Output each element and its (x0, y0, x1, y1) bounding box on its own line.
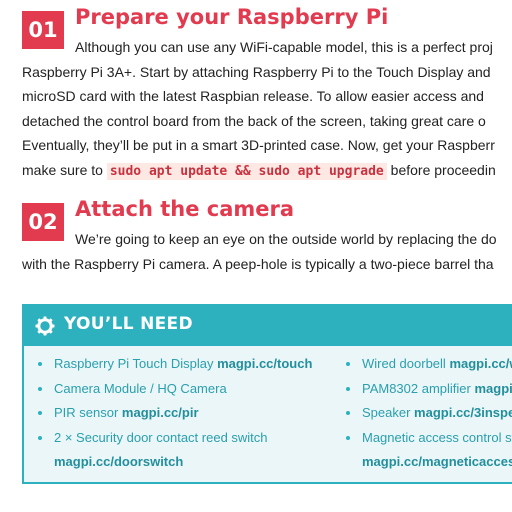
list-item-continuation: magpi.cc/magneticaccess (344, 450, 512, 475)
item-link[interactable]: magpi.cc/w (449, 356, 512, 371)
step-body-text: Although you can use any WiFi-capable mo… (22, 35, 512, 184)
body-line: detached the control board from the back… (22, 112, 486, 129)
item-link[interactable]: magpi. (474, 381, 512, 396)
item-label: Magnetic access control sy (362, 429, 512, 445)
list-item: Raspberry Pi Touch Display magpi.cc/touc… (36, 352, 346, 377)
step-attach-camera: 02 Attach the camera We’re going to keep… (22, 194, 512, 274)
step-prepare-raspberry-pi: 01 Prepare your Raspberry Pi Although yo… (22, 2, 512, 182)
body-line: Although you can use any WiFi-capable mo… (75, 39, 493, 55)
step-body-text: We’re going to keep an eye on the outsid… (22, 227, 512, 276)
item-label: Speaker (362, 405, 415, 420)
item-label: Camera Module / HQ Camera (54, 380, 227, 396)
you-need-list-right: Wired doorbell magpi.cc/w PAM8302 amplif… (344, 352, 512, 475)
you-need-box: YOU’LL NEED Raspberry Pi Touch Display m… (22, 304, 512, 484)
item-label: PIR sensor (54, 405, 122, 420)
list-item: PIR sensor magpi.cc/pir (36, 401, 346, 426)
body-text-fragment: make sure to (22, 161, 107, 178)
item-label: Wired doorbell (362, 356, 450, 371)
body-line: Eventually, they’ll be put in a smart 3D… (22, 137, 495, 153)
step-heading: Attach the camera (75, 197, 295, 221)
item-label: PAM8302 amplifier (362, 380, 475, 396)
gear-icon (35, 316, 55, 336)
list-item: PAM8302 amplifier magpi. (344, 377, 512, 402)
body-line: microSD card with the latest Raspbian re… (22, 88, 484, 104)
body-text-fragment: before proceedin (386, 161, 496, 178)
list-item-continuation: magpi.cc/doorswitch (36, 450, 346, 475)
list-item: Camera Module / HQ Camera (36, 377, 346, 402)
list-item: Wired doorbell magpi.cc/w (344, 352, 512, 377)
item-label: 2 × Security door contact reed switch (54, 429, 268, 445)
item-link[interactable]: magpi.cc/touch (217, 356, 312, 371)
body-line: We’re going to keep an eye on the outsid… (75, 231, 497, 247)
you-need-title: YOU’LL NEED (64, 314, 193, 334)
item-label: Raspberry Pi Touch Display (54, 356, 218, 371)
item-link[interactable]: magpi.cc/doorswitch (54, 454, 183, 469)
item-link[interactable]: magpi.cc/magneticaccess (362, 454, 512, 469)
step-heading: Prepare your Raspberry Pi (75, 5, 389, 29)
list-item: 2 × Security door contact reed switch (36, 426, 346, 451)
list-item: Speaker magpi.cc/3inspea (344, 401, 512, 426)
item-link[interactable]: magpi.cc/pir (122, 405, 199, 420)
body-line: with the Raspberry Pi camera. A peep-hol… (22, 255, 494, 272)
list-item: Magnetic access control sy (344, 426, 512, 451)
item-link[interactable]: magpi.cc/3inspea (414, 405, 512, 420)
body-line: Raspberry Pi 3A+. Start by attaching Ras… (22, 63, 491, 80)
you-need-list-left: Raspberry Pi Touch Display magpi.cc/touc… (36, 352, 346, 475)
update-command-code: sudo apt update && sudo apt upgrade (106, 162, 387, 180)
body-line-with-command: make sure to sudo apt update && sudo apt… (22, 158, 512, 185)
you-need-header: YOU’LL NEED (24, 306, 512, 346)
